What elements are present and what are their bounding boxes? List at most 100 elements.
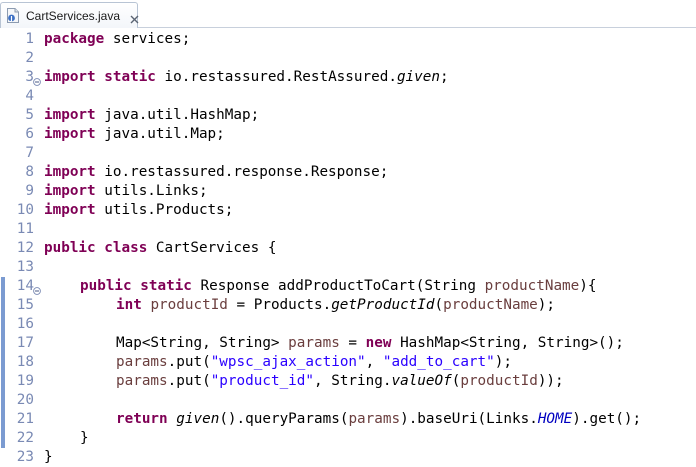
line-number: 9: [25, 183, 34, 199]
line-number: 7: [25, 145, 34, 161]
code-token: import: [44, 126, 96, 142]
code-token: params: [116, 354, 168, 370]
code-token: productId: [150, 297, 228, 313]
code-line[interactable]: 18 params.put("wpsc_ajax_action", "add_to…: [0, 353, 696, 372]
code-token: int: [116, 297, 142, 313]
code-line[interactable]: 13: [0, 258, 696, 277]
code-line[interactable]: 22}: [0, 429, 696, 448]
line-number: 18: [16, 354, 34, 370]
code-token: utils.Links;: [95, 183, 208, 199]
code-line[interactable]: 1 package services;: [0, 30, 696, 49]
line-number: 14: [16, 278, 34, 294]
code-text: import java.util.HashMap;: [44, 106, 259, 125]
code-token: io.restassured.response.Response;: [95, 164, 389, 180]
code-token: CartServices {: [147, 240, 277, 256]
code-token: "product_id": [210, 373, 314, 389]
code-token: ;: [439, 69, 449, 85]
code-token: io.restassured.RestAssured.: [155, 69, 397, 85]
code-token: ){: [579, 278, 597, 294]
code-token: getProductId: [331, 297, 435, 313]
code-token: import: [44, 69, 96, 85]
code-line[interactable]: 5 import java.util.HashMap;: [0, 106, 696, 125]
code-token: , String.: [314, 373, 392, 389]
code-token: =: [339, 335, 366, 351]
code-token: ));: [537, 373, 564, 389]
java-file-icon: J: [6, 8, 20, 23]
code-editor[interactable]: 1 package services; 2 3 import static io.res…: [0, 28, 696, 467]
code-text: import utils.Products;: [44, 201, 233, 220]
fold-collapse-icon[interactable]: [33, 282, 41, 295]
line-number: 20: [16, 392, 34, 408]
line-number: 12: [16, 240, 34, 256]
code-token: valueOf: [391, 373, 452, 389]
code-line[interactable]: 9 import utils.Links;: [0, 182, 696, 201]
code-token: params: [116, 373, 168, 389]
fold-collapse-icon[interactable]: [33, 73, 41, 86]
code-line[interactable]: 12 public class CartServices {: [0, 239, 696, 258]
code-token: Map<String, String>: [116, 335, 289, 351]
code-line[interactable]: 6 import java.util.Map;: [0, 125, 696, 144]
line-number: 4: [25, 88, 34, 104]
code-line[interactable]: 11: [0, 220, 696, 239]
code-line[interactable]: 23}: [0, 448, 696, 467]
code-token: = Products.: [227, 297, 332, 313]
code-text: import utils.Links;: [44, 182, 208, 201]
code-token: new: [365, 335, 392, 351]
code-text: import static io.restassured.RestAssured…: [44, 68, 449, 87]
code-text: int productId = Products.getProductId(pr…: [116, 296, 555, 315]
code-line[interactable]: 17 Map<String, String> params = new HashM…: [0, 334, 696, 353]
line-number: 13: [16, 259, 34, 275]
close-icon[interactable]: [129, 10, 140, 24]
code-line[interactable]: 15 int productId = Products.getProductId(…: [0, 296, 696, 315]
code-line[interactable]: 10 import utils.Products;: [0, 201, 696, 220]
line-number: 3: [25, 69, 34, 85]
line-number: 1: [25, 31, 34, 47]
tab-cartservices-java[interactable]: J CartServices.java: [0, 2, 140, 28]
line-number: 6: [25, 126, 34, 142]
code-token: static: [104, 69, 156, 85]
code-token: import: [44, 202, 96, 218]
code-line[interactable]: 19 params.put("product_id", String.valueO…: [0, 372, 696, 391]
code-token: params: [348, 411, 401, 427]
code-line[interactable]: 14 public static Response addProductToCar…: [0, 277, 696, 296]
code-token: productName: [484, 278, 580, 294]
code-token: ,: [365, 354, 383, 370]
code-text: import io.restassured.response.Response;: [44, 163, 388, 182]
code-token: static: [140, 278, 192, 294]
code-token: import: [44, 164, 96, 180]
code-token: public: [80, 278, 132, 294]
code-line[interactable]: 21 return given().queryParams(params).bas…: [0, 410, 696, 429]
code-line[interactable]: 8 import io.restassured.response.Response…: [0, 163, 696, 182]
code-line[interactable]: 2: [0, 49, 696, 68]
code-line[interactable]: 16: [0, 315, 696, 334]
line-number: 21: [16, 411, 34, 427]
code-token: return: [116, 411, 168, 427]
code-token: "add_to_cart": [382, 354, 495, 370]
code-text: params.put("wpsc_ajax_action", "add_to_c…: [116, 353, 512, 372]
code-token: ).get();: [572, 411, 642, 427]
svg-text:J: J: [9, 15, 12, 22]
code-line[interactable]: 4: [0, 87, 696, 106]
code-token: .put(: [167, 354, 211, 370]
code-text: import java.util.Map;: [44, 125, 225, 144]
code-line[interactable]: 20: [0, 391, 696, 410]
line-number: 10: [16, 202, 34, 218]
code-line[interactable]: 3 import static io.restassured.RestAssure…: [0, 68, 696, 87]
code-token: (: [434, 297, 444, 313]
code-text: }: [44, 448, 53, 467]
code-line[interactable]: 7: [0, 144, 696, 163]
code-token: given: [176, 411, 220, 427]
code-token: java.util.Map;: [95, 126, 225, 142]
line-number: 16: [16, 316, 34, 332]
code-token: }: [44, 449, 53, 465]
code-token: given: [396, 69, 440, 85]
code-token: java.util.HashMap;: [95, 107, 260, 123]
code-token: package: [44, 31, 105, 47]
code-token: HOME: [537, 411, 573, 427]
code-text: Map<String, String> params = new HashMap…: [116, 334, 624, 353]
code-token: Response addProductToCart(String: [191, 278, 485, 294]
code-token: );: [537, 297, 556, 313]
